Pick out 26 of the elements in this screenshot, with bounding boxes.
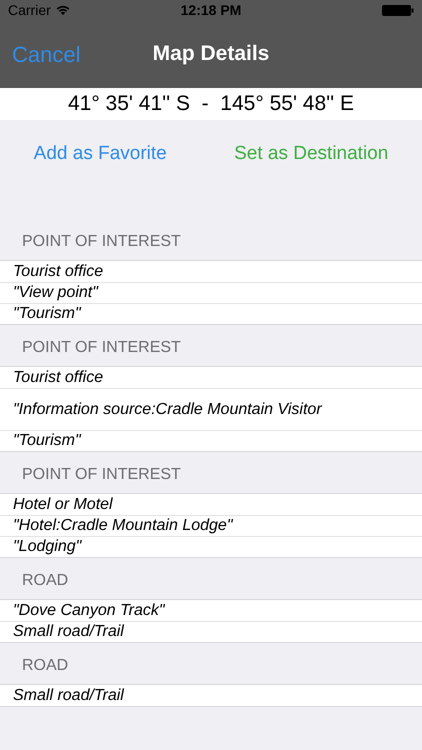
detail-text: Hotel or Motel bbox=[13, 494, 113, 514]
section-header: POINT OF INTEREST bbox=[22, 465, 181, 485]
carrier-label: Carrier bbox=[8, 1, 51, 20]
detail-text: "Hotel:Cradle Mountain Lodge" bbox=[13, 516, 232, 536]
detail-text: Small road/Trail bbox=[13, 622, 124, 642]
detail-text: "Tourism" bbox=[13, 304, 81, 324]
action-button[interactable]: Add as Favorite bbox=[34, 140, 167, 168]
section-header: POINT OF INTEREST bbox=[22, 232, 181, 252]
cancel-button[interactable]: Cancel bbox=[12, 38, 80, 70]
section-header: ROAD bbox=[22, 656, 68, 676]
status-time: 12:18 PM bbox=[180, 1, 242, 20]
detail-text: "Dove Canyon Track" bbox=[13, 600, 165, 620]
detail-text: Tourist office bbox=[13, 262, 104, 282]
detail-text: "Tourism" bbox=[13, 431, 81, 451]
detail-text: "Information source:Cradle Mountain Visitor bbox=[13, 400, 322, 420]
navigation-title: Map Details bbox=[152, 41, 270, 68]
detail-text: "View point" bbox=[13, 283, 98, 303]
coordinates-label: 41° 35' 41'' S - 145° 55' 48'' E bbox=[0, 88, 422, 120]
action-button[interactable]: Set as Destination bbox=[234, 140, 388, 168]
detail-text: Tourist office bbox=[13, 368, 104, 388]
section-header: ROAD bbox=[22, 571, 68, 591]
detail-text: Small road/Trail bbox=[13, 686, 124, 706]
wifi-icon bbox=[56, 5, 70, 16]
battery-icon bbox=[382, 5, 414, 16]
detail-text: "Lodging" bbox=[13, 537, 82, 557]
section-header: POINT OF INTEREST bbox=[22, 338, 181, 358]
